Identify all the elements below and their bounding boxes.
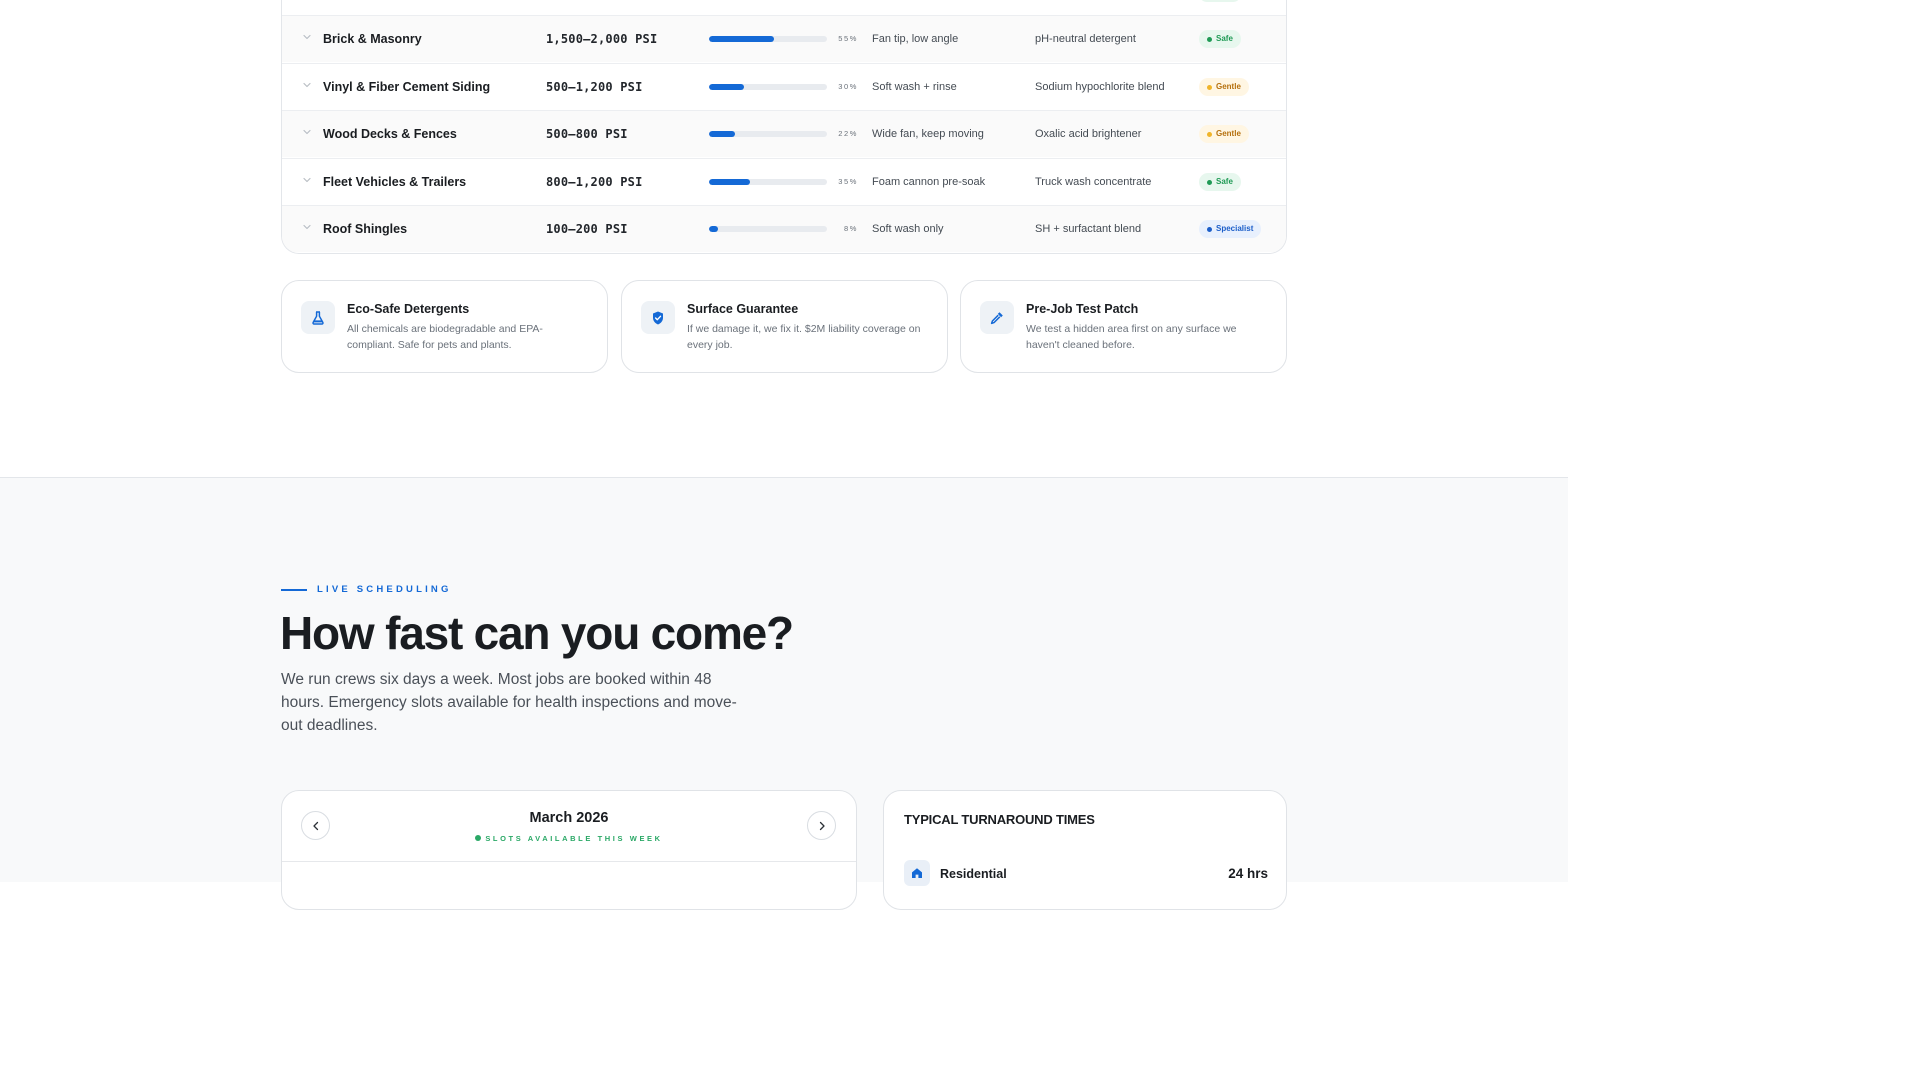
table-row[interactable]: Roof Shingles 100–200 PSI 8% Soft wash only… xyxy=(282,205,1286,252)
home-icon xyxy=(904,860,930,886)
feature-title: Pre-Job Test Patch xyxy=(1026,302,1139,316)
page: Brick & Masonry 1,500–2,000 PSI 55% Fan tip… xyxy=(0,0,1568,910)
pressure-percent: 8% xyxy=(843,224,858,233)
psi-range: 100–200 PSI xyxy=(546,222,628,236)
table-row[interactable]: Brick & Masonry 1,500–2,000 PSI 55% Fan tip… xyxy=(282,15,1286,62)
surface-name: Vinyl & Fiber Cement Siding xyxy=(323,79,491,94)
pressure-bar xyxy=(709,83,827,90)
psi-range: 1,500–2,000 PSI xyxy=(546,32,658,46)
pressure-bar-fill xyxy=(709,178,751,185)
chevron-down-icon[interactable] xyxy=(302,175,312,185)
psi-range: 500–1,200 PSI xyxy=(546,79,643,94)
chevron-down-icon[interactable] xyxy=(302,80,312,90)
feature-title: Surface Guarantee xyxy=(687,302,799,316)
eyebrow-label: LIVE SCHEDULING xyxy=(317,584,452,595)
pressure-bar xyxy=(709,131,827,137)
surface-name: Wood Decks & Fences xyxy=(323,127,457,141)
chemical: SH + surfactant blend xyxy=(1035,223,1142,235)
technique: Fan tip, low angle xyxy=(872,33,959,45)
chemical: Sodium hypochlorite blend xyxy=(1035,80,1165,93)
chemical: Truck wash concentrate xyxy=(1035,175,1152,188)
feature-card-test-patch: Pre-Job Test Patch We test a hidden area… xyxy=(960,280,1287,373)
calendar-month: March 2026 xyxy=(529,810,609,826)
section-subtext: We run crews six days a week. Most jobs … xyxy=(281,671,737,734)
pressure-bar xyxy=(709,36,827,42)
calendar-divider xyxy=(282,861,856,862)
technique: Foam cannon pre-soak xyxy=(872,175,986,188)
next-month-button[interactable] xyxy=(807,811,836,840)
turnaround-card: TYPICAL TURNAROUND TIMES Residential 24 … xyxy=(883,790,1287,910)
scheduling-section: LIVE SCHEDULING How fast can you come? W… xyxy=(0,477,1568,910)
chemical: Oxalic acid brightener xyxy=(1035,128,1142,140)
feature-description: All chemicals are biodegradable and EPA-… xyxy=(347,323,543,351)
pressure-bar xyxy=(709,226,827,232)
pressure-bar-fill xyxy=(709,131,735,137)
pressure-percent: 30% xyxy=(838,81,858,91)
availability-label: SLOTS AVAILABLE THIS WEEK xyxy=(485,834,663,843)
status-badge xyxy=(1199,0,1241,2)
chevron-right-icon xyxy=(819,821,825,830)
status-badge: Gentle xyxy=(1199,125,1249,143)
shield-icon xyxy=(641,301,675,334)
surfaces-table: Brick & Masonry 1,500–2,000 PSI 55% Fan tip… xyxy=(281,0,1287,254)
turnaround-item: Residential 24 hrs xyxy=(904,860,1268,886)
technique: Soft wash + rinse xyxy=(872,80,957,93)
flask-icon xyxy=(301,301,335,334)
dropper-icon xyxy=(980,301,1014,334)
chevron-down-icon[interactable] xyxy=(302,32,312,42)
feature-description: If we damage it, we fix it. $2M liabilit… xyxy=(687,323,921,351)
table-row[interactable]: Vinyl & Fiber Cement Siding 500–1,200 PSI… xyxy=(282,62,1286,110)
technique: Soft wash only xyxy=(872,223,944,235)
pressure-bar-fill xyxy=(709,36,774,42)
calendar-card: March 2026 SLOTS AVAILABLE THIS WEEK xyxy=(281,790,857,910)
pressure-percent: 35% xyxy=(838,176,858,186)
status-badge: Gentle xyxy=(1199,77,1249,96)
technique: Wide fan, keep moving xyxy=(872,128,984,140)
feature-card-eco-safe: Eco-Safe Detergents All chemicals are bi… xyxy=(281,280,608,373)
pressure-bar xyxy=(709,178,827,185)
feature-description: We test a hidden area first on any surfa… xyxy=(1026,323,1237,351)
eyebrow-line xyxy=(281,588,307,591)
feature-card-surface-guarantee: Surface Guarantee If we damage it, we fi… xyxy=(621,280,948,373)
psi-range: 800–1,200 PSI xyxy=(546,174,643,189)
surface-name: Roof Shingles xyxy=(323,222,408,236)
chevron-down-icon[interactable] xyxy=(302,127,312,137)
turnaround-value: 24 hrs xyxy=(1228,866,1268,881)
chemical: pH-neutral detergent xyxy=(1035,33,1136,45)
availability-status: SLOTS AVAILABLE THIS WEEK xyxy=(282,834,856,843)
surface-name: Fleet Vehicles & Trailers xyxy=(323,174,467,189)
surface-name: Brick & Masonry xyxy=(323,32,422,46)
chevron-down-icon[interactable] xyxy=(302,222,312,232)
feature-title: Eco-Safe Detergents xyxy=(347,302,470,316)
psi-range: 500–800 PSI xyxy=(546,127,628,141)
table-row[interactable]: Fleet Vehicles & Trailers 800–1,200 PSI 35… xyxy=(282,157,1286,205)
pressure-percent: 22% xyxy=(838,129,858,138)
status-badge: Safe xyxy=(1199,30,1241,48)
pressure-bar-fill xyxy=(709,226,719,232)
pressure-percent: 55% xyxy=(838,34,858,43)
turnaround-label: Residential xyxy=(940,867,1007,881)
section-eyebrow: LIVE SCHEDULING xyxy=(281,584,452,595)
availability-dot-icon xyxy=(475,835,482,841)
status-badge: Safe xyxy=(1199,172,1241,191)
pressure-bar-fill xyxy=(709,83,745,90)
table-row[interactable]: Wood Decks & Fences 500–800 PSI 22% Wide fa… xyxy=(282,110,1286,157)
section-headline: How fast can you come? xyxy=(280,607,794,659)
status-badge: Specialist xyxy=(1199,220,1262,238)
turnaround-title: TYPICAL TURNAROUND TIMES xyxy=(904,812,1095,827)
